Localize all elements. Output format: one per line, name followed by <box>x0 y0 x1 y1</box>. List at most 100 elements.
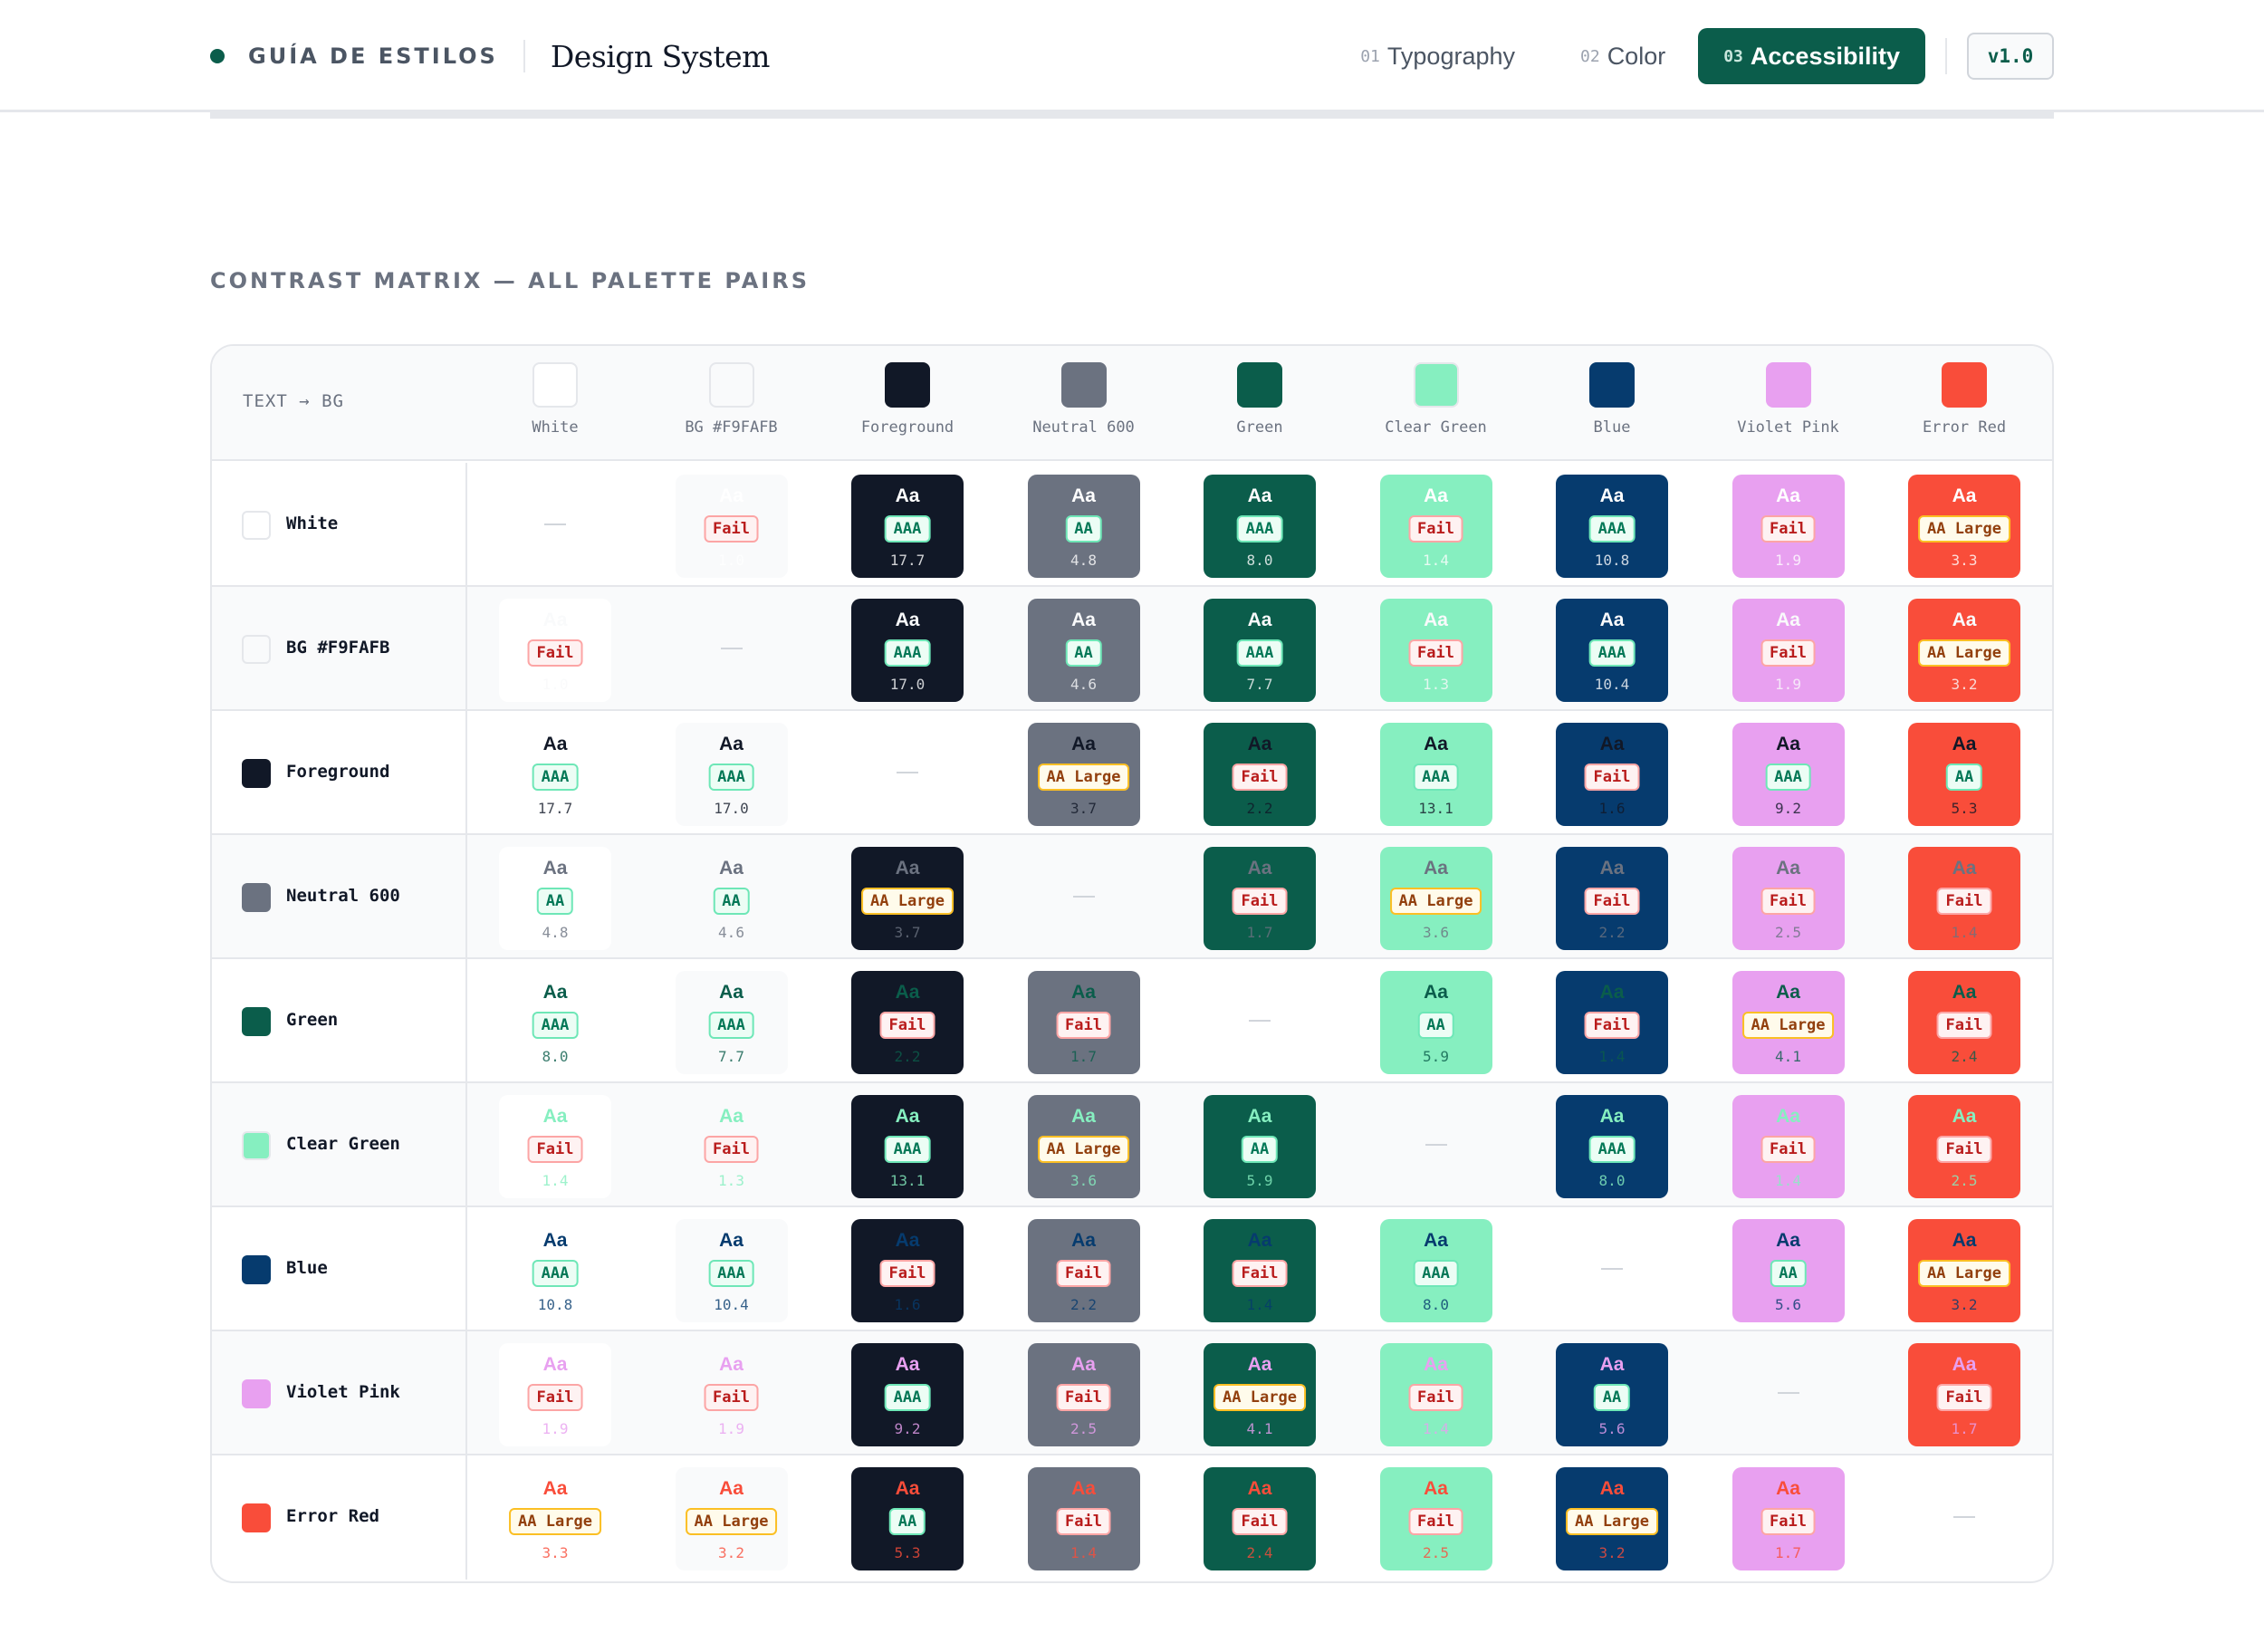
contrast-cell[interactable]: Aa Fail 1.3 <box>1379 599 1492 702</box>
contrast-cell[interactable]: Aa AA 5.3 <box>851 1467 964 1570</box>
contrast-cell[interactable]: Aa Fail 1.0 <box>675 475 788 578</box>
contrast-cell[interactable]: Aa AA 4.6 <box>675 847 788 950</box>
contrast-cell[interactable]: Aa Fail 2.2 <box>851 971 964 1074</box>
contrast-cell[interactable]: Aa Fail 2.4 <box>1908 971 2020 1074</box>
column-header-green: Green <box>1172 346 1348 461</box>
contrast-cell[interactable]: Aa AA 4.8 <box>499 847 611 950</box>
wcag-badge: Fail <box>527 1384 583 1411</box>
contrast-ratio: 2.2 <box>1246 800 1273 817</box>
nav-item-color[interactable]: 02 Color <box>1548 28 1698 84</box>
contrast-cell[interactable]: Aa AA 5.9 <box>1204 1095 1316 1198</box>
contrast-cell[interactable]: Aa Fail 2.5 <box>1732 847 1845 950</box>
wcag-badge: AAA <box>884 639 931 667</box>
sample-text: Aa <box>719 1478 743 1499</box>
contrast-cell[interactable]: Aa Fail 1.4 <box>1204 1219 1316 1322</box>
contrast-ratio: 2.2 <box>894 1048 921 1065</box>
sample-text: Aa <box>542 858 568 879</box>
brand[interactable]: GUÍA DE ESTILOS Design System <box>210 34 770 78</box>
contrast-cell[interactable]: Aa Fail 1.6 <box>1556 723 1668 826</box>
contrast-cell[interactable]: Aa AA 5.9 <box>1379 971 1492 1074</box>
nav-item-accessibility[interactable]: 03 Accessibility <box>1698 28 1925 84</box>
contrast-cell[interactable]: Aa Fail 1.7 <box>1204 847 1316 950</box>
contrast-cell[interactable]: Aa AAA 9.2 <box>851 1343 964 1446</box>
contrast-cell[interactable]: Aa AA Large 3.6 <box>1027 1095 1140 1198</box>
contrast-cell[interactable]: Aa Fail 1.9 <box>675 1343 788 1446</box>
contrast-cell[interactable]: Aa AAA 13.1 <box>851 1095 964 1198</box>
sample-text: Aa <box>1776 1478 1800 1499</box>
sample-text: Aa <box>1424 1354 1448 1375</box>
contrast-cell[interactable]: Aa Fail 1.7 <box>1732 1467 1845 1570</box>
wcag-badge: AAA <box>1588 639 1636 667</box>
contrast-cell[interactable]: Aa AA Large 4.1 <box>1204 1343 1316 1446</box>
contrast-cell[interactable]: Aa AA Large 3.2 <box>1908 1219 2020 1322</box>
contrast-cell[interactable]: Aa AA Large 3.7 <box>1027 723 1140 826</box>
wcag-badge: AAA <box>1236 515 1283 543</box>
nav-item-typography[interactable]: 01 Typography <box>1328 28 1548 84</box>
contrast-cell[interactable]: Aa AAA 7.7 <box>1204 599 1316 702</box>
empty-cell-marker <box>1777 1392 1799 1394</box>
sample-text: Aa <box>1424 485 1448 506</box>
contrast-cell[interactable]: Aa Fail 1.9 <box>499 1343 611 1446</box>
contrast-cell[interactable]: Aa Fail 1.7 <box>1908 1343 2020 1446</box>
wcag-badge: Fail <box>1936 1136 1992 1163</box>
contrast-cell[interactable]: Aa AAA 10.4 <box>1556 599 1668 702</box>
contrast-cell[interactable]: Aa AAA 17.7 <box>499 723 611 826</box>
contrast-cell[interactable]: Aa Fail 2.2 <box>1027 1219 1140 1322</box>
contrast-cell[interactable]: Aa AA Large 3.2 <box>675 1467 788 1570</box>
contrast-cell[interactable]: Aa AAA 9.2 <box>1732 723 1845 826</box>
contrast-cell[interactable]: Aa Fail 2.2 <box>1204 723 1316 826</box>
contrast-cell[interactable]: Aa Fail 1.4 <box>499 1095 611 1198</box>
contrast-cell[interactable]: Aa Fail 1.4 <box>1027 1467 1140 1570</box>
contrast-cell[interactable]: Aa Fail 1.4 <box>1732 1095 1845 1198</box>
contrast-cell[interactable]: Aa AAA 13.1 <box>1379 723 1492 826</box>
wcag-badge: Fail <box>879 1012 935 1039</box>
contrast-cell[interactable]: Aa Fail 1.4 <box>1379 475 1492 578</box>
wcag-badge: AA <box>1065 639 1102 667</box>
contrast-cell[interactable]: Aa Fail 2.4 <box>1204 1467 1316 1570</box>
contrast-cell[interactable]: Aa AAA 8.0 <box>1204 475 1316 578</box>
contrast-cell[interactable]: Aa Fail 1.4 <box>1908 847 2020 950</box>
contrast-cell[interactable]: Aa AA Large 3.2 <box>1908 599 2020 702</box>
wcag-badge: Fail <box>1056 1384 1111 1411</box>
contrast-cell[interactable]: Aa Fail 1.0 <box>499 599 611 702</box>
contrast-cell[interactable]: Aa AAA 7.7 <box>675 971 788 1074</box>
contrast-cell[interactable]: Aa AA Large 3.3 <box>1908 475 2020 578</box>
wcag-badge: AAA <box>1413 764 1459 791</box>
contrast-cell[interactable]: Aa AA Large 4.1 <box>1732 971 1845 1074</box>
contrast-cell[interactable]: Aa AAA 8.0 <box>1556 1095 1668 1198</box>
version-badge[interactable]: v1.0 <box>1967 33 2054 80</box>
contrast-cell[interactable]: Aa Fail 2.2 <box>1556 847 1668 950</box>
contrast-cell[interactable]: Aa AAA 8.0 <box>499 971 611 1074</box>
sample-text: Aa <box>895 982 920 1003</box>
contrast-cell[interactable]: Aa AA Large 3.7 <box>851 847 964 950</box>
contrast-cell[interactable]: Aa AAA 8.0 <box>1379 1219 1492 1322</box>
contrast-cell[interactable]: Aa Fail 1.6 <box>851 1219 964 1322</box>
contrast-cell[interactable]: Aa AA 5.3 <box>1908 723 2020 826</box>
row-label: Foreground <box>286 762 390 782</box>
contrast-cell[interactable]: Aa AAA 10.4 <box>675 1219 788 1322</box>
contrast-cell[interactable]: Aa AAA 10.8 <box>499 1219 611 1322</box>
contrast-cell[interactable]: Aa AAA 10.8 <box>1556 475 1668 578</box>
contrast-cell[interactable]: Aa Fail 1.9 <box>1732 475 1845 578</box>
contrast-cell[interactable]: Aa AA 4.6 <box>1027 599 1140 702</box>
contrast-cell[interactable]: Aa AAA 17.7 <box>851 475 964 578</box>
contrast-cell[interactable]: Aa AAA 17.0 <box>675 723 788 826</box>
wcag-badge: Fail <box>1408 1508 1463 1535</box>
contrast-cell[interactable]: Aa AAA 17.0 <box>851 599 964 702</box>
contrast-cell[interactable]: Aa AA Large 3.2 <box>1556 1467 1668 1570</box>
contrast-cell[interactable]: Aa AA Large 3.6 <box>1379 847 1492 950</box>
contrast-cell[interactable]: Aa AA 4.8 <box>1027 475 1140 578</box>
contrast-cell[interactable]: Aa Fail 2.5 <box>1027 1343 1140 1446</box>
contrast-cell[interactable]: Aa AA 5.6 <box>1556 1343 1668 1446</box>
contrast-ratio: 3.7 <box>1070 800 1097 817</box>
contrast-cell[interactable]: Aa Fail 1.7 <box>1027 971 1140 1074</box>
contrast-cell[interactable]: Aa AA 5.6 <box>1732 1219 1845 1322</box>
contrast-cell[interactable]: Aa Fail 1.3 <box>675 1095 788 1198</box>
contrast-cell[interactable]: Aa Fail 2.5 <box>1908 1095 2020 1198</box>
contrast-ratio: 1.7 <box>1775 1544 1801 1561</box>
contrast-cell[interactable]: Aa Fail 1.4 <box>1379 1343 1492 1446</box>
contrast-cell[interactable]: Aa Fail 1.9 <box>1732 599 1845 702</box>
contrast-cell[interactable]: Aa Fail 1.4 <box>1556 971 1668 1074</box>
contrast-cell[interactable]: Aa Fail 2.5 <box>1379 1467 1492 1570</box>
contrast-cell[interactable]: Aa AA Large 3.3 <box>499 1467 611 1570</box>
